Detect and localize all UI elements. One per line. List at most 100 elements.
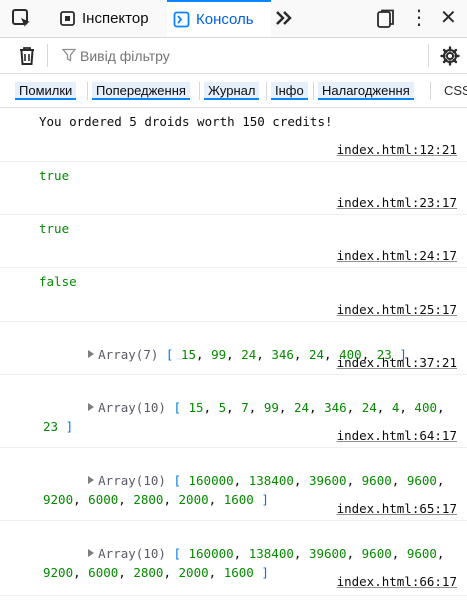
log-message: true index.html:23:17 [0,162,467,215]
array-value: 9200 [43,492,74,507]
log-message: Array(10) [ 160000, 138400, 39600, 9600,… [0,521,467,596]
expand-triangle-icon[interactable] [88,350,95,358]
array-count: (10) [135,400,166,415]
array-open-bracket: [ [165,347,181,362]
array-value: 9600 [361,473,392,488]
tab-inspector[interactable]: Інспектор [59,0,149,37]
devtools-toolbar: Інспектор Консоль ⋮ ✕ [0,0,467,38]
filter-errors-button[interactable]: Помилки [15,82,77,100]
log-text: You ordered 5 droids worth 150 credits! [39,114,333,129]
clear-console-trash-icon[interactable] [17,45,37,70]
array-value: 5 [218,400,227,415]
array-value: 2000 [178,492,209,507]
array-value: 15 [180,347,197,362]
level-divider [430,82,431,100]
source-link[interactable]: index.html:64:17 [337,428,457,443]
filter-input[interactable] [58,43,442,69]
expand-triangle-icon[interactable] [88,549,95,557]
tab-console[interactable]: Консоль [167,0,271,37]
array-value: 23 [43,419,59,434]
element-picker-icon[interactable] [10,7,34,31]
array-value: 2000 [178,565,209,580]
array-object[interactable]: Array(10) [ 160000, 138400, 39600, 9600,… [43,452,463,528]
array-value: 2800 [133,565,164,580]
filter-bar [0,38,467,74]
toolbar-divider [47,44,48,67]
console-icon [173,11,190,28]
more-tools-chevron-icon[interactable] [274,8,294,34]
array-value: 6000 [88,565,119,580]
array-value: 39600 [308,546,347,561]
log-message: Array(10) [ 15, 5, 7, 99, 24, 346, 24, 4… [0,375,467,448]
array-value: 39600 [308,473,347,488]
log-message: You ordered 5 droids worth 150 credits! … [0,108,467,162]
array-count: (7) [135,347,159,362]
overflow-menu-icon[interactable]: ⋮ [409,8,429,28]
array-value: 4 [391,400,400,415]
array-value: 346 [271,347,294,362]
array-close-bracket: ] [253,565,269,580]
filter-info-button[interactable]: Інфо [271,82,308,100]
array-value: 7 [241,400,249,415]
array-close-bracket: ] [58,419,74,434]
inspector-icon [59,10,76,27]
array-value: 15 [188,400,204,415]
array-value: 138400 [248,473,294,488]
source-link[interactable]: index.html:65:17 [337,501,457,516]
tab-inspector-label: Інспектор [82,10,149,27]
log-message: true index.html:24:17 [0,215,467,268]
array-value: 99 [211,347,227,362]
level-divider [87,82,88,100]
toolbar-divider [428,44,429,67]
array-value: 1600 [223,492,254,507]
array-value: 400 [414,400,437,415]
array-value: 24 [308,347,325,362]
array-object[interactable]: Array(10) [ 160000, 138400, 39600, 9600,… [43,525,463,601]
array-count: (10) [135,546,166,561]
log-text: true [39,221,70,236]
array-value: 24 [241,347,257,362]
filter-log-button[interactable]: Журнал [204,82,260,100]
source-link[interactable]: index.html:66:17 [337,574,457,589]
array-value: 160000 [188,546,234,561]
array-value: 9200 [43,565,74,580]
array-value: 9600 [406,546,437,561]
array-value: 2800 [133,492,164,507]
array-open-bracket: [ [173,473,189,488]
log-level-filters: Помилки Попередження Журнал Інфо Налагод… [0,74,467,108]
expand-triangle-icon[interactable] [88,476,95,484]
array-value: 24 [293,400,309,415]
array-value: 1600 [223,565,254,580]
source-link[interactable]: index.html:12:21 [337,142,457,157]
level-divider [266,82,267,100]
filter-debug-button[interactable]: Налагодження [318,82,414,100]
array-label: Array [98,546,136,561]
array-close-bracket: ] [253,492,269,507]
array-value: 24 [361,400,377,415]
log-message: false index.html:25:17 [0,268,467,322]
dock-side-icon[interactable] [375,9,395,32]
expand-triangle-icon[interactable] [88,403,95,411]
level-divider [199,82,200,100]
close-icon[interactable]: ✕ [440,8,457,28]
array-count: (10) [135,473,166,488]
source-link[interactable]: index.html:23:17 [337,195,457,210]
array-label: Array [98,400,136,415]
source-link[interactable]: index.html:25:17 [337,302,457,317]
array-label: Array [98,347,136,362]
array-value: 6000 [88,492,119,507]
tab-console-label: Консоль [196,11,254,28]
level-divider [313,82,314,100]
array-value: 99 [263,400,279,415]
log-message: Array(7) [ 15, 99, 24, 346, 24, 400, 23 … [0,322,467,375]
filter-warnings-button[interactable]: Попередження [92,82,190,100]
source-link[interactable]: index.html:37:21 [337,355,457,370]
filter-css-button[interactable]: CSS [444,82,467,100]
array-open-bracket: [ [173,400,189,415]
array-value: 160000 [188,473,234,488]
log-text: false [39,274,77,289]
source-link[interactable]: index.html:24:17 [337,248,457,263]
array-object[interactable]: Array(10) [ 15, 5, 7, 99, 24, 346, 24, 4… [43,379,463,455]
array-open-bracket: [ [173,546,189,561]
gear-icon[interactable] [440,46,460,69]
